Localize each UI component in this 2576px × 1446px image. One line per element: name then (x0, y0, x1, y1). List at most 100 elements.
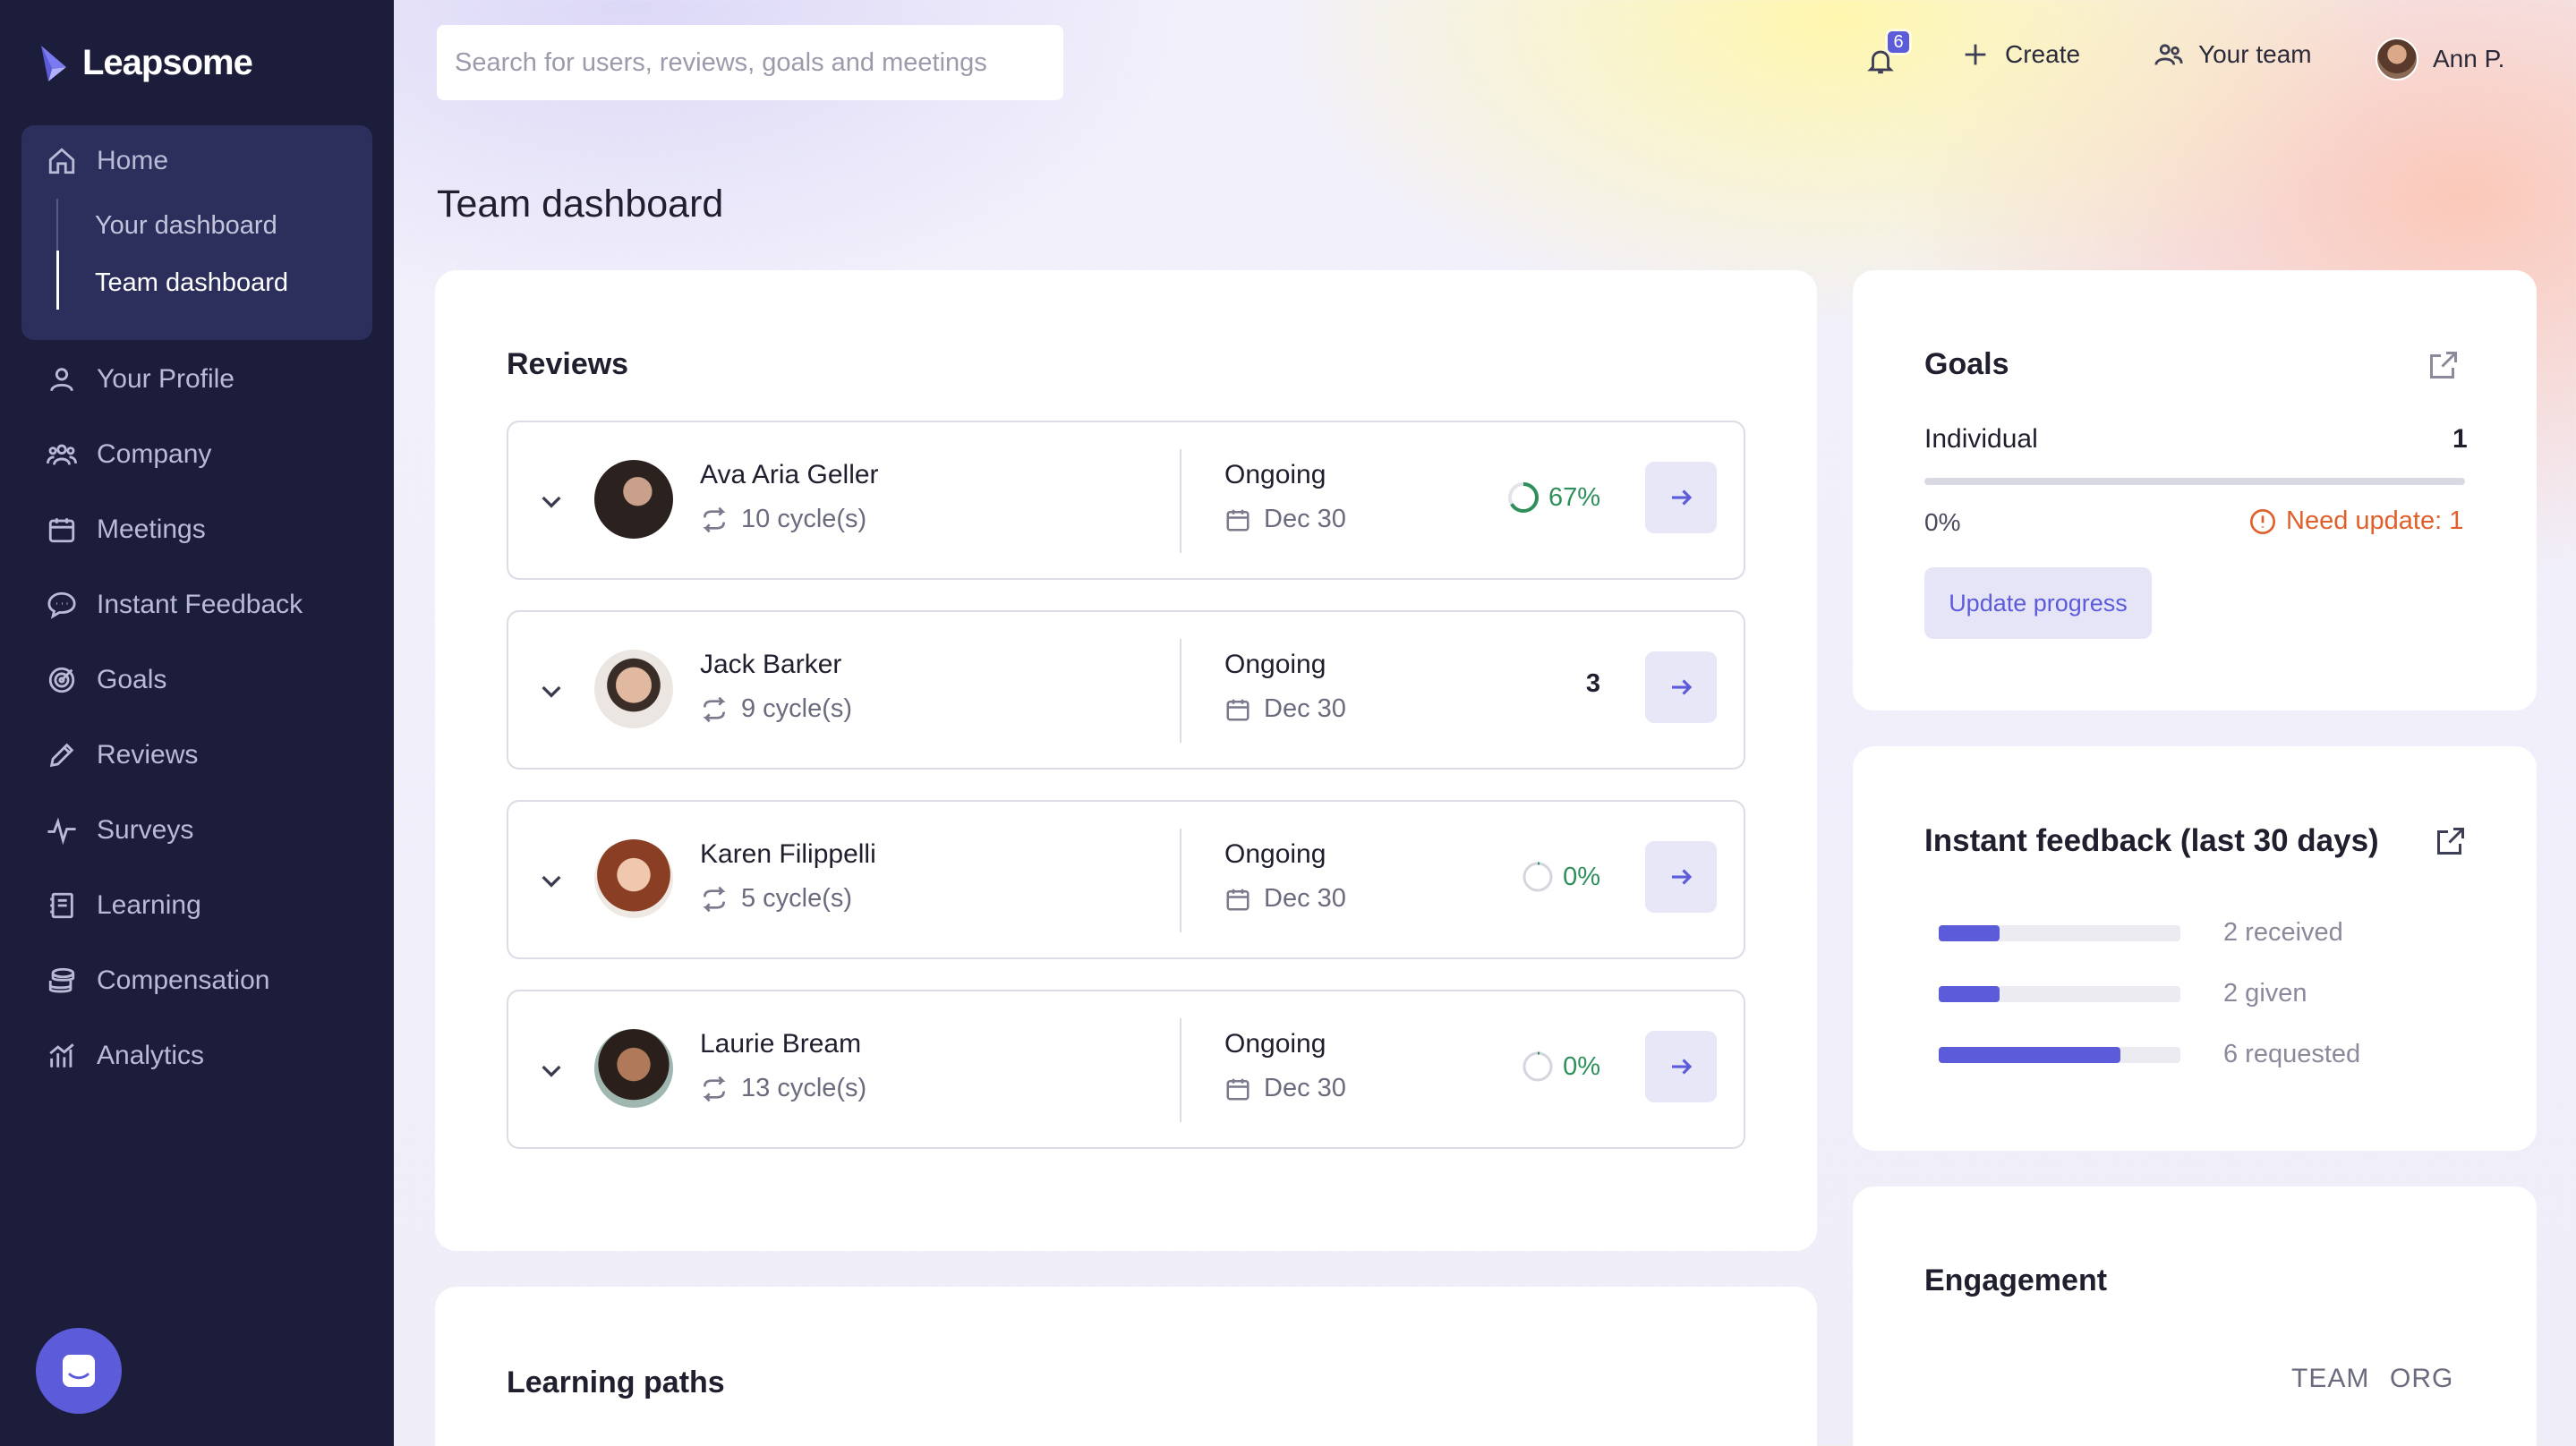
review-progress: 67% (1506, 480, 1600, 515)
reviewee-name: Karen Filippelli (700, 839, 876, 869)
open-review-button[interactable] (1645, 1031, 1717, 1102)
sidebar-item-label: Instant Feedback (97, 590, 303, 619)
notification-count-badge: 6 (1885, 29, 1912, 55)
progress-label: 0% (1563, 1051, 1600, 1081)
repeat-icon (703, 506, 726, 532)
sidebar-item-analytics[interactable]: Analytics (47, 1036, 204, 1076)
reviewee-name: Ava Aria Geller (700, 460, 879, 489)
sidebar-item-learning[interactable]: Learning (47, 886, 201, 925)
instant-feedback-title: Instant feedback (last 30 days) (1924, 823, 2379, 858)
feedback-received-label: 2 received (2223, 918, 2343, 947)
review-status: Ongoing (1224, 650, 1326, 679)
book-icon (50, 892, 73, 919)
feedback-given-bar (1939, 986, 2180, 1002)
pulse-icon (47, 817, 76, 846)
review-status: Ongoing (1224, 1029, 1326, 1059)
instant-feedback-card (1853, 746, 2537, 1151)
chevron-down-icon[interactable] (537, 866, 566, 895)
sidebar-item-label: Compensation (97, 965, 270, 995)
learning-paths-title: Learning paths (507, 1365, 725, 1399)
engagement-tab-org[interactable]: ORG (2390, 1364, 2453, 1394)
sidebar: Leapsome Home Your dashboard Team dashbo… (0, 0, 394, 1446)
sidebar-item-label: Meetings (97, 515, 206, 544)
reviewee-name: Laurie Bream (700, 1029, 862, 1059)
pencil-icon (49, 743, 74, 768)
open-review-button[interactable] (1645, 462, 1717, 533)
sidebar-item-your-profile[interactable]: Your Profile (47, 360, 235, 399)
progress-ring-icon (1507, 482, 1539, 513)
feedback-given-label: 2 given (2223, 979, 2307, 1008)
sidebar-item-company[interactable]: Company (47, 435, 211, 474)
review-row[interactable]: Karen Filippelli 5 cycle(s) Ongoing Dec … (507, 800, 1745, 959)
due-date-label: Dec 30 (1264, 1074, 1346, 1102)
goals-progress-label: 0% (1924, 508, 1961, 536)
goals-individual-count: 1 (2452, 424, 2468, 454)
update-progress-button[interactable]: Update progress (1924, 567, 2152, 639)
bar-chart-icon (49, 1043, 74, 1067)
review-status: Ongoing (1224, 460, 1326, 489)
due-date: Dec 30 (1224, 505, 1346, 534)
user-icon (50, 368, 73, 392)
arrow-right-icon (1672, 489, 1693, 506)
progress-ring-icon (1523, 862, 1553, 892)
cycle-count: 10 cycle(s) (700, 505, 866, 534)
feedback-bar-fill (1939, 1047, 2120, 1063)
sidebar-item-goals[interactable]: Goals (47, 660, 166, 700)
sidebar-item-label: Analytics (97, 1041, 205, 1070)
calendar-icon (1226, 889, 1250, 910)
your-team-button[interactable]: Your team (2154, 39, 2312, 70)
chevron-down-icon[interactable] (537, 487, 566, 515)
review-row[interactable]: Laurie Bream 13 cycle(s) Ongoing Dec 30 … (507, 990, 1745, 1149)
sidebar-subitem-your-dashboard[interactable]: Your dashboard (95, 211, 277, 241)
sidebar-item-reviews[interactable]: Reviews (47, 736, 198, 775)
engagement-tab-team[interactable]: TEAM (2291, 1364, 2369, 1394)
goals-title: Goals (1924, 347, 2009, 381)
sidebar-item-compensation[interactable]: Compensation (47, 961, 269, 1000)
review-status: Ongoing (1224, 839, 1326, 869)
goals-progress-bar (1924, 478, 2465, 485)
message-icon (63, 1355, 95, 1387)
sidebar-subitem-team-dashboard[interactable]: Team dashboard (95, 268, 288, 298)
plus-icon (1965, 44, 1986, 65)
cycle-count: 13 cycle(s) (700, 1074, 866, 1103)
sidebar-item-home[interactable]: Home (47, 141, 168, 181)
leapsome-logo[interactable]: Leapsome (39, 43, 253, 83)
cycle-count-label: 10 cycle(s) (741, 505, 867, 533)
external-link-icon[interactable] (2435, 825, 2467, 857)
open-review-button[interactable] (1645, 651, 1717, 723)
people-icon (47, 444, 77, 465)
cycle-count-label: 5 cycle(s) (741, 884, 853, 913)
arrow-right-icon (1672, 869, 1693, 885)
coins-icon (48, 967, 75, 993)
review-progress: 0% (1520, 1049, 1600, 1084)
review-row[interactable]: Ava Aria Geller 10 cycle(s) Ongoing Dec … (507, 421, 1745, 580)
sidebar-item-instant-feedback[interactable]: Instant Feedback (47, 585, 303, 625)
review-progress: 3 (1586, 669, 1600, 699)
feedback-requested-bar (1939, 1047, 2180, 1063)
page-title: Team dashboard (437, 183, 724, 225)
cycle-count: 5 cycle(s) (700, 884, 852, 914)
sidebar-item-meetings[interactable]: Meetings (47, 510, 206, 549)
row-divider (1180, 639, 1181, 743)
sidebar-item-surveys[interactable]: Surveys (47, 811, 193, 850)
support-chat-button[interactable] (36, 1328, 122, 1414)
reviews-title: Reviews (507, 347, 629, 381)
avatar (594, 839, 673, 918)
row-divider (1180, 449, 1181, 553)
cycle-count-label: 13 cycle(s) (741, 1074, 867, 1102)
create-button[interactable]: Create (1960, 39, 2080, 70)
target-icon (48, 667, 75, 693)
avatar (594, 650, 673, 728)
user-menu[interactable]: Ann P. (2376, 38, 2504, 81)
external-link-icon[interactable] (2427, 349, 2460, 381)
open-review-button[interactable] (1645, 841, 1717, 913)
need-update-indicator[interactable]: Need update: 1 (2248, 506, 2463, 536)
review-row[interactable]: Jack Barker 9 cycle(s) Ongoing Dec 30 3 (507, 610, 1745, 770)
chevron-down-icon[interactable] (537, 1056, 566, 1084)
chevron-down-icon[interactable] (537, 676, 566, 705)
avatar (594, 1029, 673, 1108)
row-divider (1180, 1018, 1181, 1122)
arrow-right-icon (1672, 679, 1693, 695)
search-input[interactable] (437, 25, 1063, 100)
feedback-requested-label: 6 requested (2223, 1040, 2361, 1068)
